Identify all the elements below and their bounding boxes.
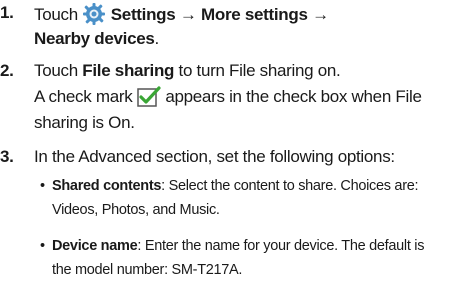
more-settings-label: More settings (201, 5, 308, 24)
instruction-text: appears in the check box when File (165, 87, 422, 106)
step-text-line: In the Advanced section, set the followi… (34, 147, 395, 166)
instruction-text: to turn File sharing on. (174, 61, 341, 80)
instruction-text: Touch (34, 5, 78, 24)
option-description: : Enter the name for your device. The de… (137, 238, 425, 254)
bullet-glyph: • (40, 178, 45, 194)
step-text-line: sharing is On. (34, 113, 135, 132)
instruction-text: Touch (34, 61, 83, 80)
step-text-line: Touch File sharing to turn File sharing … (34, 60, 341, 82)
step-number: 3. (0, 147, 14, 166)
option-text-line: Videos, Photos, and Music. (52, 202, 220, 218)
arrow-glyph: → (312, 5, 329, 24)
nearby-devices-label: Nearby devices (34, 29, 155, 48)
step-number: 2. (0, 61, 14, 80)
device-name-label: Device name (52, 238, 138, 254)
option-description: : Select the content to share. Choices a… (161, 178, 419, 194)
punctuation: . (154, 29, 160, 48)
option-text-line: Device name: Enter the name for your dev… (52, 236, 424, 256)
step-number: 1. (0, 3, 14, 22)
instruction-text: A check mark (34, 87, 133, 106)
bullet-glyph: • (40, 238, 45, 254)
file-sharing-label: File sharing (82, 61, 175, 80)
option-text-line: Shared contents: Select the content to s… (52, 176, 419, 196)
shared-contents-label: Shared contents (52, 178, 162, 194)
step-text-line: A check mark appears in the check box wh… (34, 86, 422, 114)
option-text-line: the model number: SM-T217A. (52, 262, 243, 278)
step-text-line: Nearby devices. (34, 28, 159, 50)
settings-label: Settings (110, 5, 176, 24)
checkbox-checked-icon (137, 86, 161, 114)
arrow-glyph: → (179, 5, 197, 24)
